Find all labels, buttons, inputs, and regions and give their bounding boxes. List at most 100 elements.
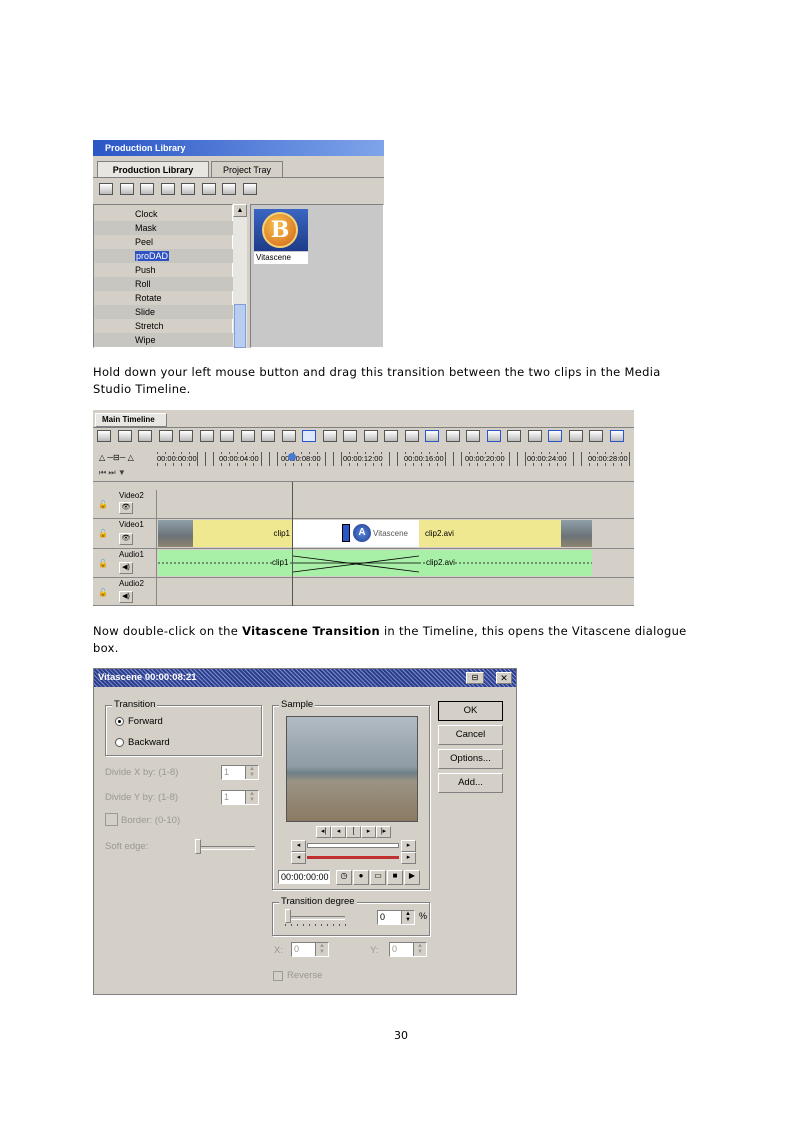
options-button[interactable]: Options... — [438, 749, 503, 769]
border-checkbox[interactable] — [105, 813, 118, 826]
effect-icon[interactable] — [160, 183, 175, 195]
transition-icon[interactable] — [140, 183, 155, 195]
last-frame-icon[interactable]: |▸ — [376, 826, 391, 838]
prev-frame-icon[interactable]: ◂ — [331, 826, 346, 838]
title-icon[interactable] — [179, 430, 194, 442]
divide-x-field[interactable]: 1 ▲ ▼ — [221, 765, 259, 780]
library-icon[interactable] — [281, 430, 296, 442]
spinner-arrows-icon[interactable]: ▲ ▼ — [315, 943, 328, 956]
view-1-icon[interactable] — [425, 430, 440, 442]
track-icon[interactable] — [384, 430, 399, 442]
range-right-icon[interactable]: ▸ — [401, 852, 416, 864]
list-item[interactable]: Roll — [94, 277, 234, 292]
scissors-icon[interactable] — [322, 430, 337, 442]
select-icon[interactable] — [363, 430, 378, 442]
play-icon[interactable]: ▶ — [404, 870, 420, 885]
scrub-left-icon[interactable]: ◂ — [291, 840, 306, 852]
list-item[interactable]: Clock — [94, 207, 234, 221]
insert-effect-icon[interactable] — [138, 430, 153, 442]
spinner-arrows-icon[interactable]: ▲ ▼ — [245, 766, 258, 779]
soft-edge-slider[interactable] — [195, 846, 255, 850]
insert-image-icon[interactable] — [158, 430, 173, 442]
scroll-up-icon[interactable]: ▲ — [233, 204, 247, 217]
scrub-bar[interactable] — [307, 843, 399, 848]
lock-icon[interactable]: 🔓 — [98, 559, 108, 568]
image-icon[interactable] — [201, 183, 216, 195]
reverse-checkbox[interactable] — [273, 971, 283, 981]
insert-audio-icon[interactable] — [220, 430, 235, 442]
spinner-arrows-icon[interactable]: ▲ ▼ — [245, 791, 258, 804]
tools-icon[interactable] — [261, 430, 276, 442]
mode-2-icon[interactable] — [507, 430, 522, 442]
list-item[interactable]: Slide — [94, 305, 234, 320]
display-1-icon[interactable] — [548, 430, 563, 442]
tab-project-tray[interactable]: Project Tray — [211, 161, 283, 177]
timeline-ruler[interactable]: △ ─⊟─ △ ⏮ ⏭ ▼ 00:00:00:00 00:00:04:00 00… — [93, 450, 634, 482]
tab-main-timeline[interactable]: Main Timeline — [95, 413, 167, 427]
lock-icon[interactable]: 🔓 — [98, 500, 108, 509]
radio-backward[interactable]: Backward — [115, 737, 170, 748]
speaker-icon[interactable]: ◀) — [119, 591, 133, 603]
record-icon[interactable] — [222, 183, 237, 195]
monitor-icon[interactable]: ▭ — [370, 870, 386, 885]
eye-icon[interactable]: 👁 — [119, 533, 133, 545]
scrub-right-icon[interactable]: ▸ — [401, 840, 416, 852]
y-field[interactable]: 0 ▲ ▼ — [389, 942, 427, 957]
speaker-icon[interactable]: ◀) — [119, 562, 133, 574]
navigation-icon[interactable]: ⏮ ⏭ ▼ — [99, 468, 126, 478]
transition-clip[interactable]: A Vitascene — [293, 520, 419, 547]
zoom-icon[interactable] — [343, 430, 358, 442]
mode-3-icon[interactable] — [527, 430, 542, 442]
insert-color-icon[interactable] — [199, 430, 214, 442]
loop-icon[interactable]: ◷ — [336, 870, 352, 885]
mark-in-icon[interactable]: [ — [346, 826, 361, 838]
cancel-button[interactable]: Cancel — [438, 725, 503, 745]
timecode-field[interactable]: 00:00:00:00 — [278, 870, 330, 884]
x-field[interactable]: 0 ▲ ▼ — [291, 942, 329, 957]
video-clip-2[interactable]: clip2.avi — [419, 520, 561, 547]
snap-icon[interactable] — [404, 430, 419, 442]
lock-icon[interactable]: 🔓 — [98, 588, 108, 597]
eye-icon[interactable]: 👁 — [119, 502, 133, 514]
spinner-arrows-icon[interactable]: ▲ ▼ — [413, 943, 426, 956]
list-item[interactable]: proDAD — [94, 249, 234, 264]
vitascene-thumbnail[interactable]: B — [254, 209, 308, 251]
range-bar[interactable] — [307, 856, 399, 859]
first-frame-icon[interactable]: ◂| — [316, 826, 331, 838]
insert-video-icon[interactable] — [97, 430, 111, 442]
insert-transition-icon[interactable] — [117, 430, 132, 442]
settings-icon[interactable] — [589, 430, 604, 442]
insert-media-icon[interactable] — [240, 430, 255, 442]
degree-field[interactable]: 0 ▲ ▼ — [377, 910, 415, 925]
video-clip-1[interactable]: clip1 — [193, 520, 294, 547]
playhead-icon[interactable] — [288, 453, 296, 461]
audio-clip[interactable]: clip1 clip2.avi — [158, 550, 592, 576]
media-icon[interactable] — [181, 183, 196, 195]
range-left-icon[interactable]: ◂ — [291, 852, 306, 864]
list-item[interactable]: Wipe — [94, 333, 234, 348]
timecode-icon[interactable] — [242, 183, 257, 195]
restore-icon[interactable]: ⊟ — [466, 672, 484, 684]
lock-icon[interactable]: 🔓 — [98, 529, 108, 538]
panel-icon[interactable] — [609, 430, 624, 442]
details-view-icon[interactable] — [119, 183, 134, 195]
scroll-thumb[interactable] — [234, 304, 246, 348]
stop-icon[interactable]: ■ — [387, 870, 403, 885]
zoom-slider-icon[interactable]: △ ─⊟─ △ — [99, 453, 134, 462]
slider-thumb[interactable] — [285, 909, 291, 923]
view-3-icon[interactable] — [466, 430, 481, 442]
slider-thumb[interactable] — [195, 839, 201, 854]
tab-production-library[interactable]: Production Library — [97, 161, 209, 177]
display-2-icon[interactable] — [568, 430, 583, 442]
list-item[interactable]: Peel — [94, 235, 234, 249]
radio-forward[interactable]: Forward — [115, 716, 163, 727]
list-item[interactable]: Rotate — [94, 291, 234, 305]
list-view-icon[interactable] — [99, 183, 113, 195]
add-button[interactable]: Add... — [438, 773, 503, 793]
ok-button[interactable]: OK — [438, 701, 503, 721]
pointer-icon[interactable] — [302, 430, 317, 442]
next-frame-icon[interactable]: ▸ — [361, 826, 376, 838]
list-scrollbar[interactable]: ▲ — [233, 204, 247, 348]
list-item[interactable]: Push — [94, 263, 234, 277]
degree-slider[interactable] — [285, 916, 345, 920]
